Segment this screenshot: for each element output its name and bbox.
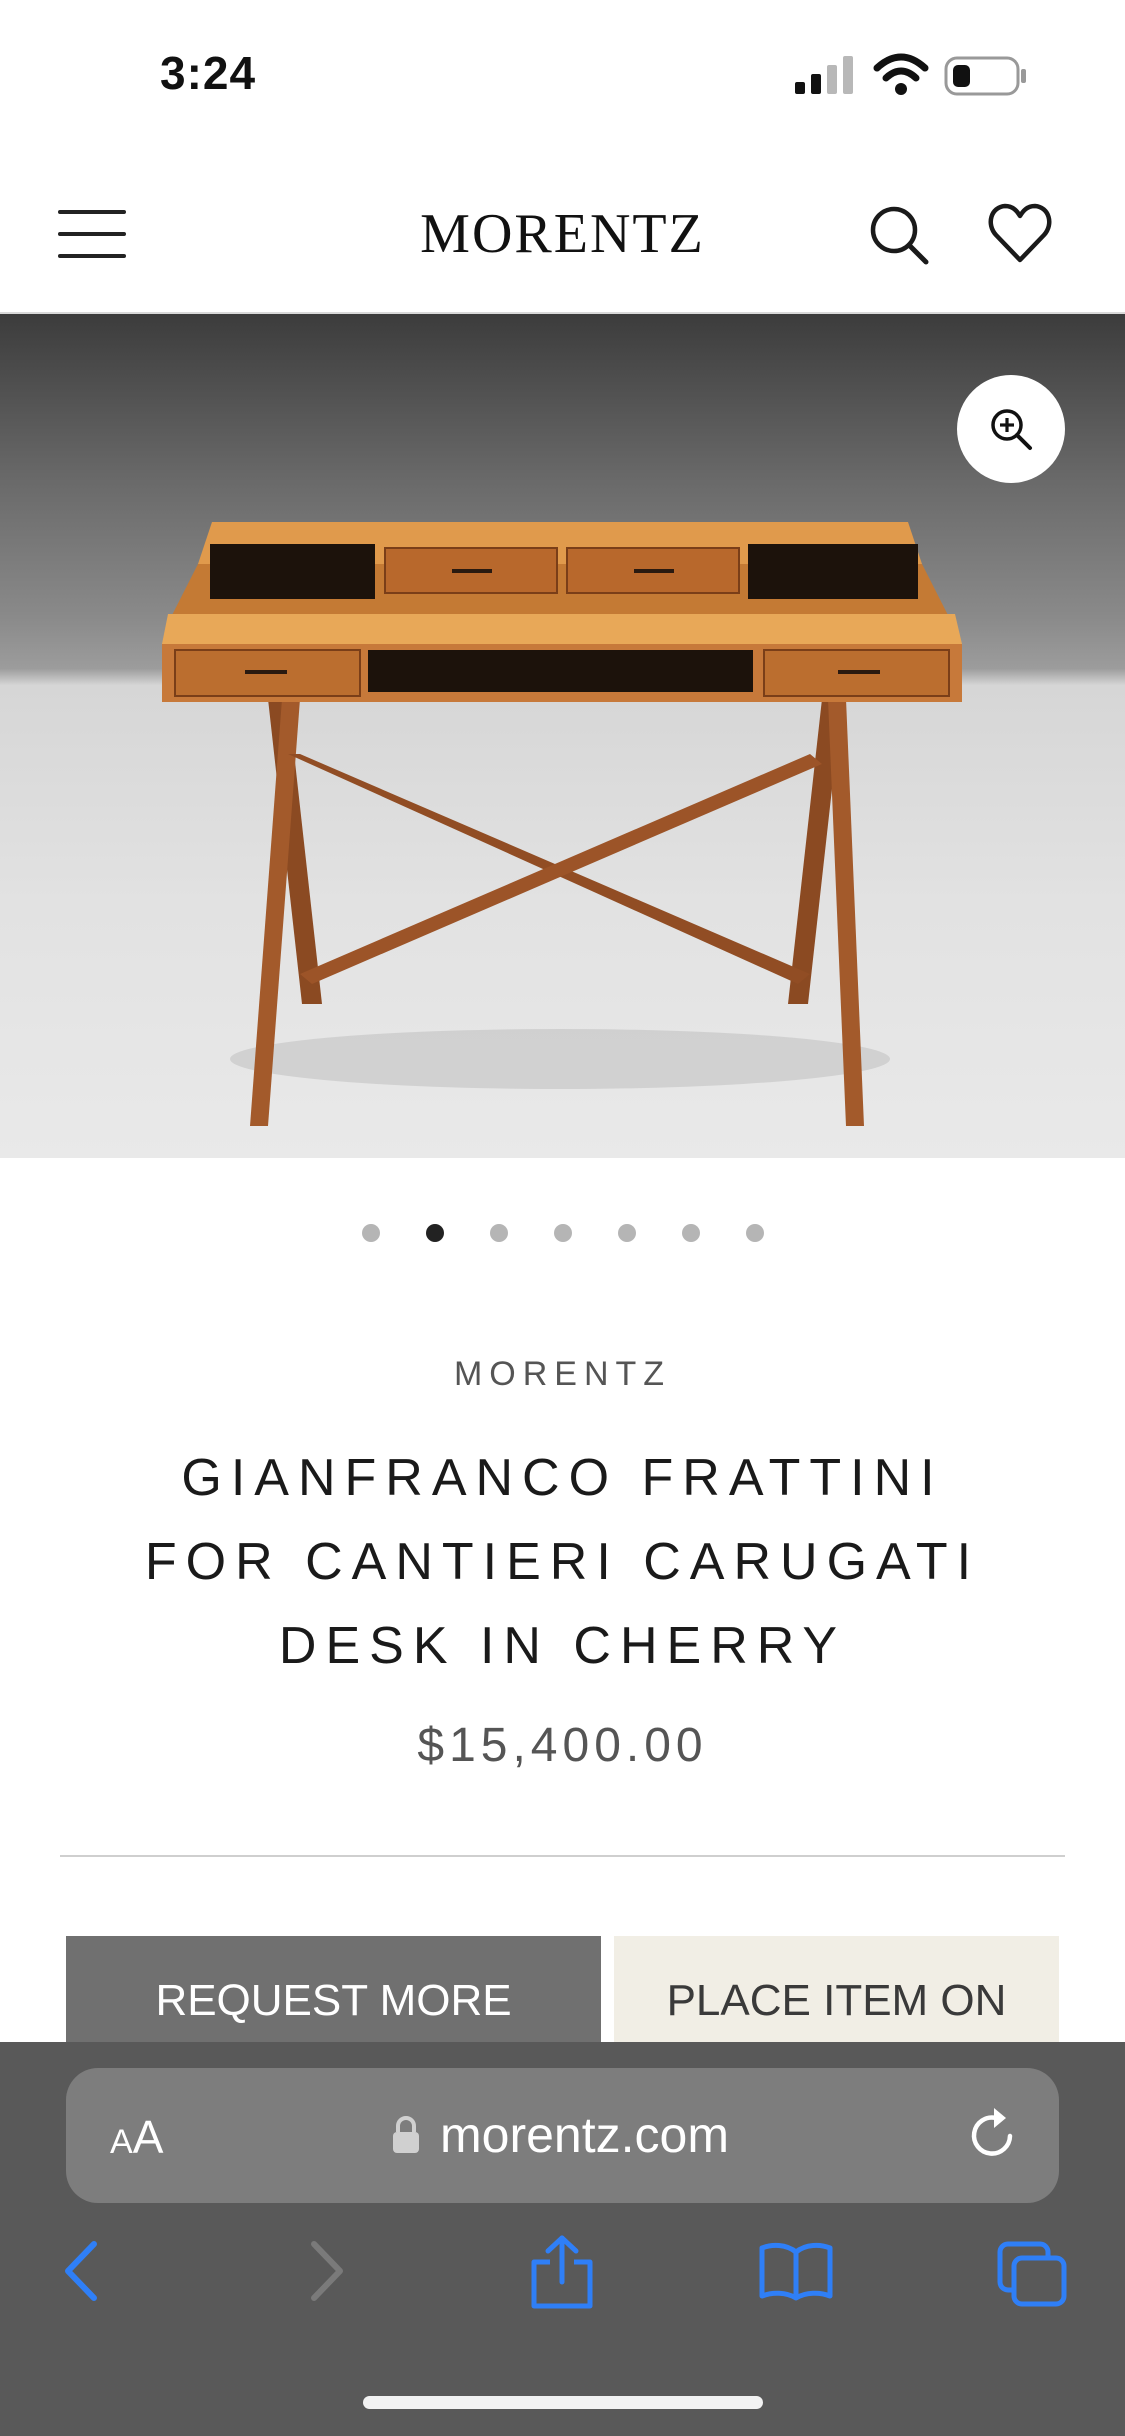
heart-icon[interactable] xyxy=(988,202,1052,264)
back-icon[interactable] xyxy=(62,2240,102,2302)
product-vendor[interactable]: MORENTZ xyxy=(0,1355,1125,1394)
text-size-small-label: A xyxy=(110,2123,133,2161)
text-size-large-label: A xyxy=(132,2111,164,2163)
product-title-line: DESK IN CHERRY xyxy=(278,1617,847,1675)
product-title-line: FOR CANTIERI CARUGATI xyxy=(144,1533,981,1591)
product-image[interactable] xyxy=(0,314,1125,1158)
lock-icon xyxy=(393,2116,419,2153)
share-icon[interactable] xyxy=(528,2234,596,2310)
carousel-dot[interactable] xyxy=(553,1224,572,1242)
site-header: MORENTZ xyxy=(0,150,1125,314)
cellular-signal-icon xyxy=(795,56,853,94)
product-title-line: GIANFRANCO FRATTINI xyxy=(181,1449,944,1507)
reload-icon[interactable] xyxy=(966,2106,1022,2164)
carousel-dot-active[interactable] xyxy=(425,1224,444,1242)
product-price: $15,400.00 xyxy=(417,1719,708,1772)
bookmarks-icon[interactable] xyxy=(758,2240,834,2302)
carousel-dot[interactable] xyxy=(681,1224,700,1242)
home-indicator[interactable] xyxy=(363,2396,763,2409)
battery-icon xyxy=(944,56,1026,96)
zoom-button[interactable] xyxy=(957,375,1065,483)
divider xyxy=(60,1855,1065,1857)
desk-illustration xyxy=(162,522,962,1126)
search-icon[interactable] xyxy=(868,204,930,266)
brand-logo[interactable]: MORENTZ xyxy=(0,202,1125,266)
carousel-dots xyxy=(0,1224,1125,1254)
carousel-dot[interactable] xyxy=(745,1224,764,1242)
carousel-dot[interactable] xyxy=(617,1224,636,1242)
tabs-icon[interactable] xyxy=(996,2240,1068,2308)
carousel-dot[interactable] xyxy=(361,1224,380,1242)
request-more-button[interactable]: REQUEST MORE xyxy=(66,1936,601,2046)
zoom-in-icon xyxy=(991,409,1032,450)
wifi-icon xyxy=(873,53,929,95)
status-bar: 3:24 xyxy=(0,0,1125,150)
product-title: GIANFRANCO FRATTINI FOR CANTIERI CARUGAT… xyxy=(60,1436,1065,1688)
address-bar[interactable]: AA morentz.com xyxy=(66,2068,1059,2203)
forward-icon[interactable] xyxy=(306,2240,346,2302)
place-item-button[interactable]: PLACE ITEM ON xyxy=(614,1936,1059,2046)
text-size-button[interactable]: AA xyxy=(110,2110,163,2164)
url-text[interactable]: morentz.com xyxy=(440,2106,729,2164)
carousel-dot[interactable] xyxy=(489,1224,508,1242)
status-time: 3:24 xyxy=(160,47,257,99)
